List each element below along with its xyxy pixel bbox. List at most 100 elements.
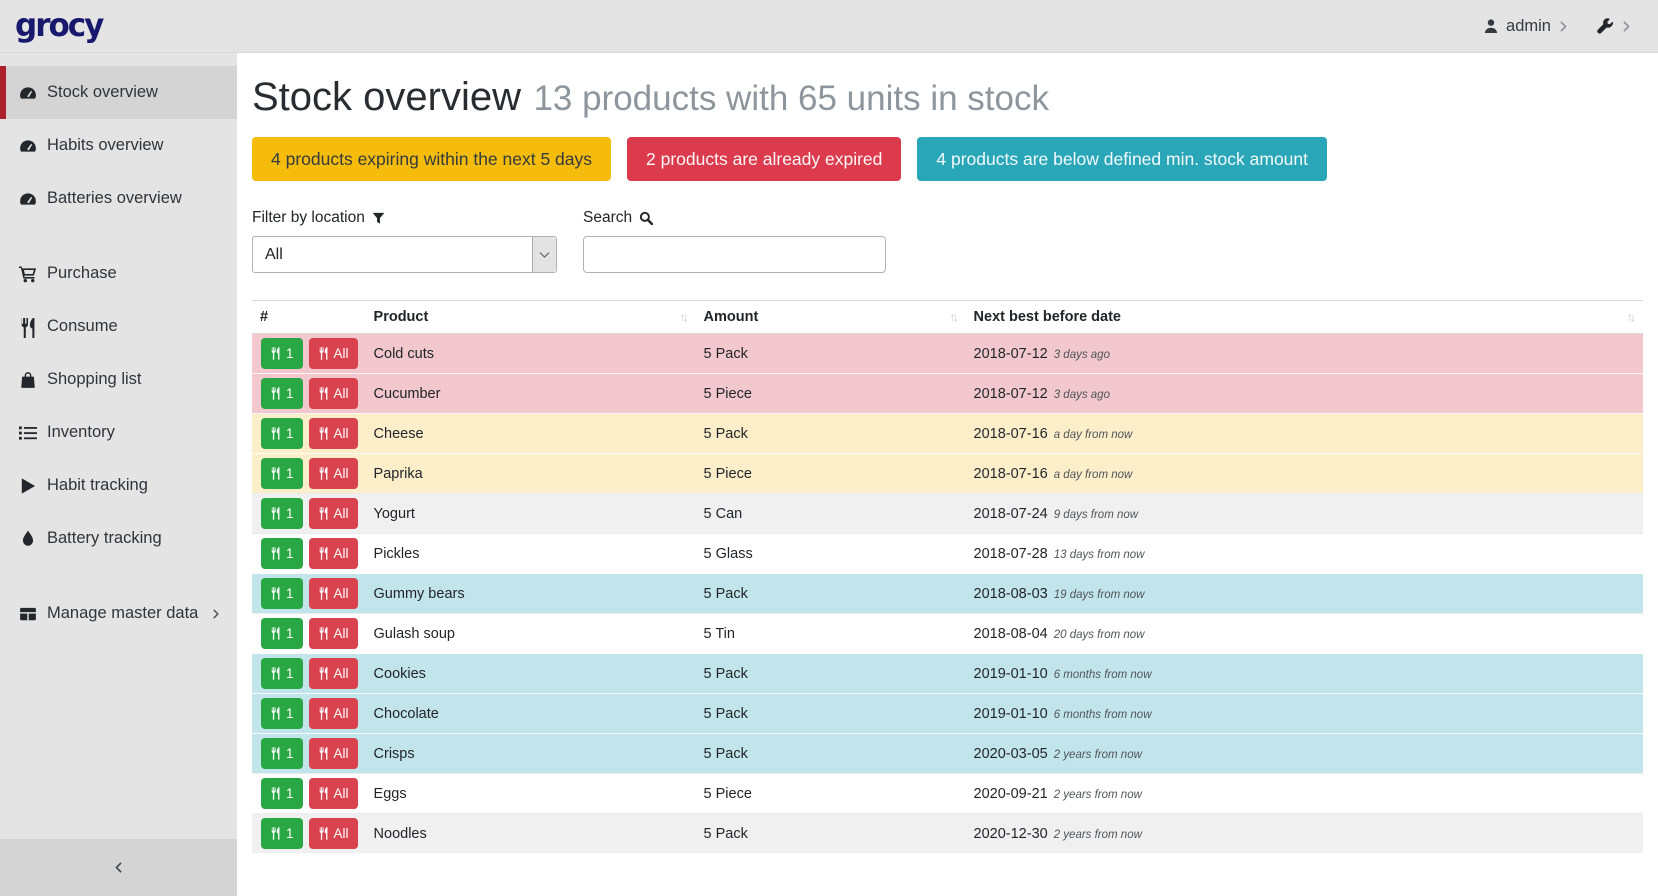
column-header-amount[interactable]: Amount↑↓ [696, 301, 966, 334]
product-cell: Chocolate [366, 694, 696, 734]
search-input[interactable] [583, 236, 886, 273]
consume-one-button[interactable]: 1 [261, 738, 303, 769]
consume-one-button[interactable]: 1 [261, 658, 303, 689]
app-logo[interactable]: grocy [15, 10, 102, 42]
stock-table: # Product↑↓ Amount↑↓ Next best before da… [252, 300, 1643, 853]
table-row: 1AllCold cuts5 Pack2018-07-123 days ago [252, 334, 1643, 374]
product-cell: Noodles [366, 814, 696, 854]
settings-menu[interactable] [1597, 18, 1632, 35]
amount-cell: 5 Glass [696, 534, 966, 574]
utensils-icon [318, 467, 329, 480]
consume-one-button[interactable]: 1 [261, 618, 303, 649]
utensils-icon [270, 467, 281, 480]
sort-icon[interactable]: ↑↓ [950, 310, 958, 324]
amount-cell: 5 Pack [696, 574, 966, 614]
tachometer-icon [19, 137, 37, 155]
sidebar-item-label: Consume [47, 317, 118, 336]
sidebar-collapse-button[interactable] [0, 839, 237, 896]
utensils-icon [270, 507, 281, 520]
sort-icon[interactable]: ↑↓ [680, 310, 688, 324]
sidebar-item-inventory[interactable]: Inventory [0, 406, 237, 459]
column-header-best-before[interactable]: Next best before date↑↓ [966, 301, 1643, 334]
expired-products-badge[interactable]: 2 products are already expired [627, 137, 901, 181]
best-before-cell: 2018-08-0319 days from now [966, 574, 1643, 614]
best-before-cell: 2018-07-249 days from now [966, 494, 1643, 534]
best-before-cell: 2019-01-106 months from now [966, 654, 1643, 694]
utensils-icon [270, 707, 281, 720]
consume-all-button[interactable]: All [309, 578, 358, 609]
filter-icon [372, 212, 385, 225]
sidebar-item-batteries-overview[interactable]: Batteries overview [0, 172, 237, 225]
user-label: admin [1506, 17, 1551, 36]
consume-all-button[interactable]: All [309, 538, 358, 569]
utensils-icon [318, 707, 329, 720]
amount-cell: 5 Piece [696, 454, 966, 494]
sidebar-item-habit-tracking[interactable]: Habit tracking [0, 459, 237, 512]
consume-all-button[interactable]: All [309, 818, 358, 849]
product-cell: Gummy bears [366, 574, 696, 614]
consume-one-button[interactable]: 1 [261, 498, 303, 529]
consume-all-button[interactable]: All [309, 458, 358, 489]
sidebar-item-label: Inventory [47, 423, 115, 442]
consume-one-button[interactable]: 1 [261, 458, 303, 489]
consume-all-button[interactable]: All [309, 778, 358, 809]
wrench-icon [1597, 18, 1614, 35]
consume-one-button[interactable]: 1 [261, 818, 303, 849]
sidebar-item-shopping-list[interactable]: Shopping list [0, 353, 237, 406]
utensils-icon [270, 587, 281, 600]
utensils-icon [270, 667, 281, 680]
consume-all-button[interactable]: All [309, 418, 358, 449]
column-header-product[interactable]: Product↑↓ [366, 301, 696, 334]
consume-all-button[interactable]: All [309, 378, 358, 409]
tachometer-icon [19, 190, 37, 208]
consume-one-button[interactable]: 1 [261, 698, 303, 729]
consume-one-button[interactable]: 1 [261, 378, 303, 409]
utensils-icon [270, 427, 281, 440]
main-content: Stock overview 13 products with 65 units… [237, 53, 1658, 896]
consume-all-button[interactable]: All [309, 658, 358, 689]
consume-one-button[interactable]: 1 [261, 578, 303, 609]
table-row: 1AllCheese5 Pack2018-07-16a day from now [252, 414, 1643, 454]
sidebar-item-stock-overview[interactable]: Stock overview [0, 66, 237, 119]
table-header-row: # Product↑↓ Amount↑↓ Next best before da… [252, 301, 1643, 334]
consume-all-button[interactable]: All [309, 338, 358, 369]
best-before-cell: 2018-08-0420 days from now [966, 614, 1643, 654]
amount-cell: 5 Can [696, 494, 966, 534]
best-before-cell: 2020-09-212 years from now [966, 774, 1643, 814]
utensils-icon [318, 627, 329, 640]
table-row: 1AllCucumber5 Piece2018-07-123 days ago [252, 374, 1643, 414]
sidebar-item-consume[interactable]: Consume [0, 300, 237, 353]
utensils-icon [270, 547, 281, 560]
best-before-cell: 2018-07-123 days ago [966, 334, 1643, 374]
sidebar-item-label: Purchase [47, 264, 117, 283]
sort-icon[interactable]: ↑↓ [1627, 310, 1635, 324]
location-select[interactable]: All [252, 236, 557, 273]
consume-one-button[interactable]: 1 [261, 338, 303, 369]
consume-all-button[interactable]: All [309, 618, 358, 649]
consume-one-button[interactable]: 1 [261, 418, 303, 449]
filter-row: Filter by location All Search [252, 209, 1643, 273]
page-subtitle: 13 products with 65 units in stock [533, 79, 1049, 118]
best-before-cell: 2020-12-302 years from now [966, 814, 1643, 854]
sidebar-item-manage-master-data[interactable]: Manage master data [0, 587, 237, 640]
below-min-stock-badge[interactable]: 4 products are below defined min. stock … [917, 137, 1327, 181]
sidebar-item-label: Stock overview [47, 83, 158, 102]
consume-all-button[interactable]: All [309, 498, 358, 529]
expiring-products-badge[interactable]: 4 products expiring within the next 5 da… [252, 137, 611, 181]
utensils-icon [318, 387, 329, 400]
product-cell: Gulash soup [366, 614, 696, 654]
sidebar-item-label: Manage master data [47, 604, 198, 623]
sidebar-item-purchase[interactable]: Purchase [0, 247, 237, 300]
user-menu[interactable]: admin [1483, 17, 1569, 36]
consume-all-button[interactable]: All [309, 738, 358, 769]
stock-table-body: 1AllCold cuts5 Pack2018-07-123 days ago1… [252, 334, 1643, 854]
consume-one-button[interactable]: 1 [261, 538, 303, 569]
consume-one-button[interactable]: 1 [261, 778, 303, 809]
sidebar-item-battery-tracking[interactable]: Battery tracking [0, 512, 237, 565]
consume-all-button[interactable]: All [309, 698, 358, 729]
chevron-left-icon [113, 860, 124, 875]
sidebar-item-habits-overview[interactable]: Habits overview [0, 119, 237, 172]
row-actions-cell: 1All [252, 334, 366, 374]
page-title: Stock overview [252, 75, 521, 119]
sidebar-item-label: Habit tracking [47, 476, 148, 495]
